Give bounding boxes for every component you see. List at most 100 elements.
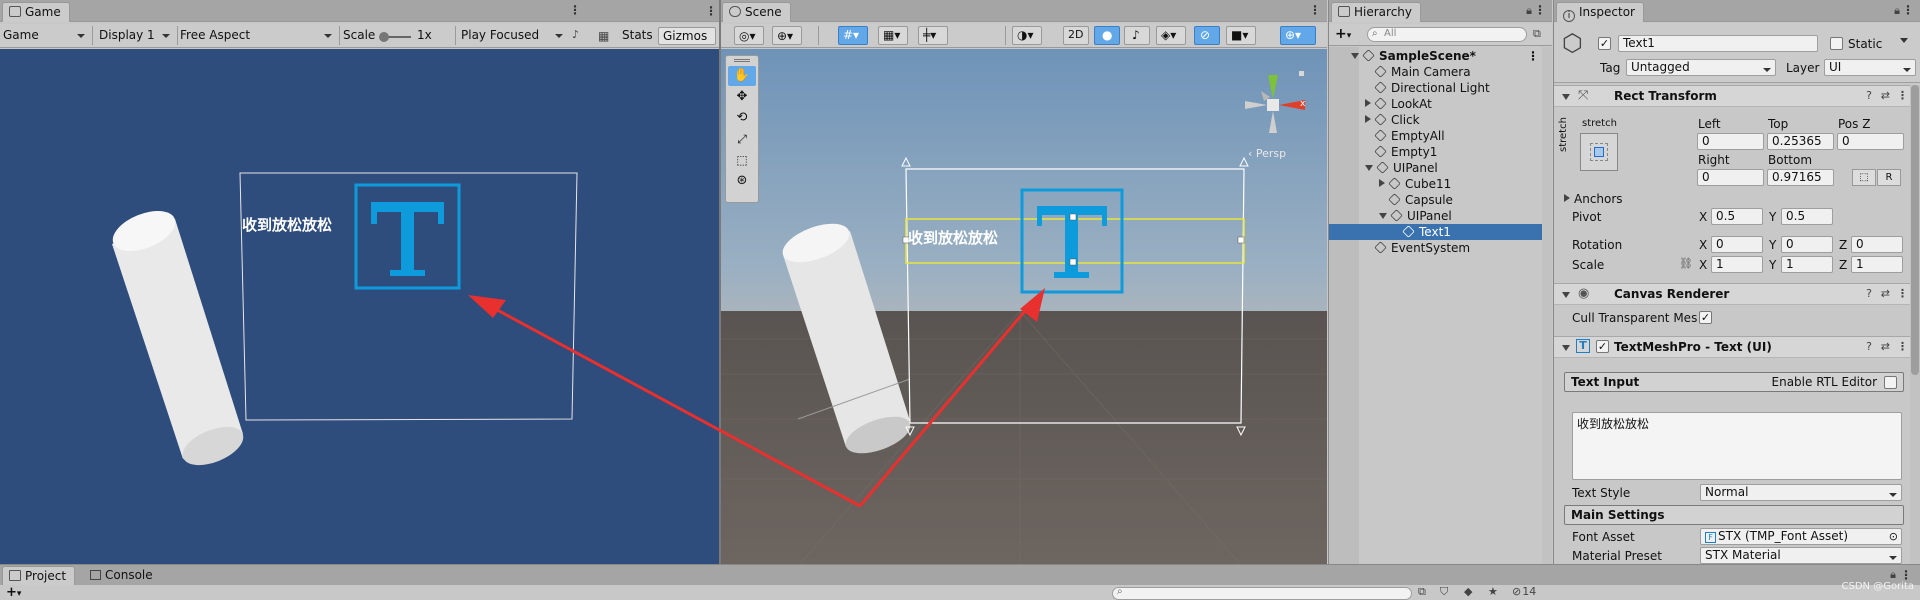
expanded-chevron-icon[interactable] bbox=[1365, 165, 1373, 171]
hierarchy-item[interactable]: Empty1 bbox=[1329, 144, 1552, 160]
hierarchy-lock-icon[interactable]: 🔒︎ bbox=[1526, 4, 1532, 18]
search-by-type-icon[interactable]: ⧉ bbox=[1418, 585, 1426, 599]
bottom-lock-icon[interactable]: 🔒︎ bbox=[1890, 568, 1896, 582]
draw-mode-dropdown[interactable]: ◎▾ bbox=[734, 26, 764, 45]
scale-z-input[interactable]: 1 bbox=[1851, 256, 1903, 273]
inspector-scrollbar-thumb[interactable] bbox=[1911, 85, 1919, 375]
right-input[interactable]: 0 bbox=[1697, 169, 1764, 186]
game-menu-icon[interactable]: ⋮ bbox=[569, 4, 581, 16]
grid-snap-button[interactable]: #▾ bbox=[838, 26, 868, 45]
panel-divider[interactable] bbox=[719, 0, 721, 564]
rot-y-input[interactable]: 0 bbox=[1781, 236, 1833, 253]
hidden-objects-toggle[interactable]: ⊘ bbox=[1194, 26, 1220, 45]
scene-visibility-icon[interactable]: ⧉ bbox=[1533, 27, 1541, 41]
bottom-input[interactable]: 0.97165 bbox=[1767, 169, 1834, 186]
move-tool-button[interactable]: ✥ bbox=[728, 87, 756, 107]
scale-tool-button[interactable]: ⤢ bbox=[728, 129, 756, 149]
hierarchy-item[interactable]: SampleScene* ⋮ bbox=[1329, 48, 1552, 64]
raw-edit-button[interactable]: R bbox=[1877, 169, 1901, 186]
help-icon[interactable]: ? bbox=[1866, 287, 1872, 300]
overlay-drag-handle[interactable] bbox=[734, 59, 750, 62]
scene-viewport[interactable]: 收到放松放松 x ‹ Persp ✋ ✥ ⟲ ⤢ ⬚ ⊛ bbox=[720, 49, 1327, 564]
gameobject-cube-icon[interactable]: ⬡ bbox=[1562, 29, 1590, 57]
scale-y-input[interactable]: 1 bbox=[1781, 256, 1833, 273]
scene-menu-icon[interactable]: ⋮ bbox=[1527, 48, 1539, 64]
object-name-input[interactable]: Text1 bbox=[1618, 35, 1818, 52]
game-display-mode-dropdown[interactable]: Game bbox=[3, 26, 89, 45]
left-input[interactable]: 0 bbox=[1697, 133, 1764, 150]
material-preset-dropdown[interactable]: STX Material bbox=[1700, 547, 1902, 564]
hierarchy-item[interactable]: Click bbox=[1329, 112, 1552, 128]
tag-dropdown[interactable]: Untagged bbox=[1626, 59, 1776, 76]
expanded-chevron-icon[interactable] bbox=[1379, 213, 1387, 219]
layer-dropdown[interactable]: UI bbox=[1824, 59, 1916, 76]
rtl-checkbox[interactable] bbox=[1884, 376, 1897, 389]
static-dropdown-icon[interactable] bbox=[1900, 38, 1908, 47]
anchors-foldout[interactable]: Anchors bbox=[1564, 191, 1623, 207]
tab-scene[interactable]: Scene bbox=[722, 2, 791, 22]
audio-toggle[interactable]: ♪ bbox=[1124, 26, 1150, 45]
stats-button[interactable]: Stats bbox=[622, 28, 653, 42]
transform-tool-button[interactable]: ⊛ bbox=[728, 171, 756, 191]
toggle-2d-button[interactable]: 2D bbox=[1063, 26, 1089, 45]
object-picker-icon[interactable]: ⊙ bbox=[1889, 529, 1898, 544]
hierarchy-item[interactable]: UIPanel bbox=[1329, 208, 1552, 224]
rot-z-input[interactable]: 0 bbox=[1851, 236, 1903, 253]
cull-checkbox[interactable]: ✓ bbox=[1699, 311, 1712, 324]
gizmos-button[interactable]: Gizmos bbox=[658, 27, 716, 45]
component-menu-icon[interactable]: ⋮ bbox=[1897, 89, 1908, 102]
blueprint-mode-button[interactable]: ⬚ bbox=[1852, 169, 1876, 186]
text-style-dropdown[interactable]: Normal bbox=[1700, 484, 1902, 501]
hierarchy-search-input[interactable]: ⌕ All bbox=[1367, 27, 1527, 42]
hierarchy-menu-icon[interactable]: ⋮ bbox=[1534, 4, 1546, 16]
shading-dropdown[interactable]: ◑▾ bbox=[1012, 26, 1042, 45]
hierarchy-item[interactable]: EventSystem bbox=[1329, 240, 1552, 256]
tab-console[interactable]: Console bbox=[90, 568, 153, 582]
rect-transform-header[interactable]: ⤧ Rect Transform ? ⇄ ⋮ bbox=[1554, 85, 1920, 107]
scale-x-input[interactable]: 1 bbox=[1711, 256, 1763, 273]
top-input[interactable]: 0.25365 bbox=[1767, 133, 1834, 150]
collapsed-chevron-icon[interactable] bbox=[1365, 99, 1371, 107]
preset-icon[interactable]: ⇄ bbox=[1881, 287, 1890, 300]
lighting-toggle[interactable]: ● bbox=[1094, 26, 1120, 45]
preset-icon[interactable]: ⇄ bbox=[1881, 340, 1890, 353]
bottom-menu-icon[interactable]: ⋮ bbox=[1900, 568, 1912, 582]
display-dropdown[interactable]: Display 1 bbox=[99, 26, 174, 45]
tmp-header[interactable]: T ✓ TextMeshPro - Text (UI) ? ⇄ ⋮ bbox=[1554, 336, 1920, 358]
help-icon[interactable]: ? bbox=[1866, 89, 1872, 102]
game-viewport[interactable]: 收到放松放松 bbox=[0, 49, 587, 564]
tab-game[interactable]: Game bbox=[2, 2, 70, 22]
inspector-menu-icon[interactable]: ⋮ bbox=[1902, 4, 1914, 16]
posz-input[interactable]: 0 bbox=[1837, 133, 1904, 150]
anchor-preset-button[interactable] bbox=[1580, 133, 1618, 171]
grid-visibility-dropdown[interactable]: ╪▾ bbox=[918, 26, 948, 45]
hierarchy-item[interactable]: Text1 bbox=[1329, 224, 1552, 240]
hierarchy-item[interactable]: Capsule bbox=[1329, 192, 1552, 208]
inspector-lock-icon[interactable]: 🔒︎ bbox=[1894, 4, 1900, 18]
pivot-x-input[interactable]: 0.5 bbox=[1711, 208, 1763, 225]
help-icon[interactable]: ? bbox=[1866, 340, 1872, 353]
game-panel-menu-icon[interactable]: ⋮ bbox=[705, 4, 717, 18]
rot-x-input[interactable]: 0 bbox=[1711, 236, 1763, 253]
effects-dropdown[interactable]: ◈▾ bbox=[1156, 26, 1186, 45]
tmp-enabled-checkbox[interactable]: ✓ bbox=[1596, 340, 1609, 353]
preset-icon[interactable]: ⇄ bbox=[1881, 89, 1890, 102]
scene-menu-icon[interactable]: ⋮ bbox=[1309, 4, 1321, 16]
active-checkbox[interactable]: ✓ bbox=[1598, 37, 1611, 50]
hierarchy-item[interactable]: UIPanel bbox=[1329, 160, 1552, 176]
hierarchy-item[interactable]: Directional Light bbox=[1329, 80, 1552, 96]
expanded-chevron-icon[interactable] bbox=[1351, 53, 1359, 59]
hierarchy-item[interactable]: LookAt bbox=[1329, 96, 1552, 112]
link-scale-icon[interactable]: ⛓ bbox=[1679, 257, 1693, 270]
snap-increment-dropdown[interactable]: ▦▾ bbox=[878, 26, 908, 45]
create-plus-button[interactable]: +▾ bbox=[1335, 26, 1351, 42]
tab-inspector[interactable]: i Inspector bbox=[1556, 2, 1644, 22]
label-tag-icon[interactable]: ◆ bbox=[1464, 585, 1472, 598]
aspect-dropdown[interactable]: Free Aspect bbox=[180, 26, 336, 45]
component-menu-icon[interactable]: ⋮ bbox=[1897, 287, 1908, 300]
collapsed-chevron-icon[interactable] bbox=[1365, 115, 1371, 123]
gizmos-dropdown[interactable]: ⊕▾ bbox=[1280, 26, 1316, 45]
tab-hierarchy[interactable]: Hierarchy bbox=[1331, 2, 1422, 22]
play-mode-dropdown[interactable]: Play Focused bbox=[461, 26, 567, 45]
hierarchy-item[interactable]: Main Camera bbox=[1329, 64, 1552, 80]
